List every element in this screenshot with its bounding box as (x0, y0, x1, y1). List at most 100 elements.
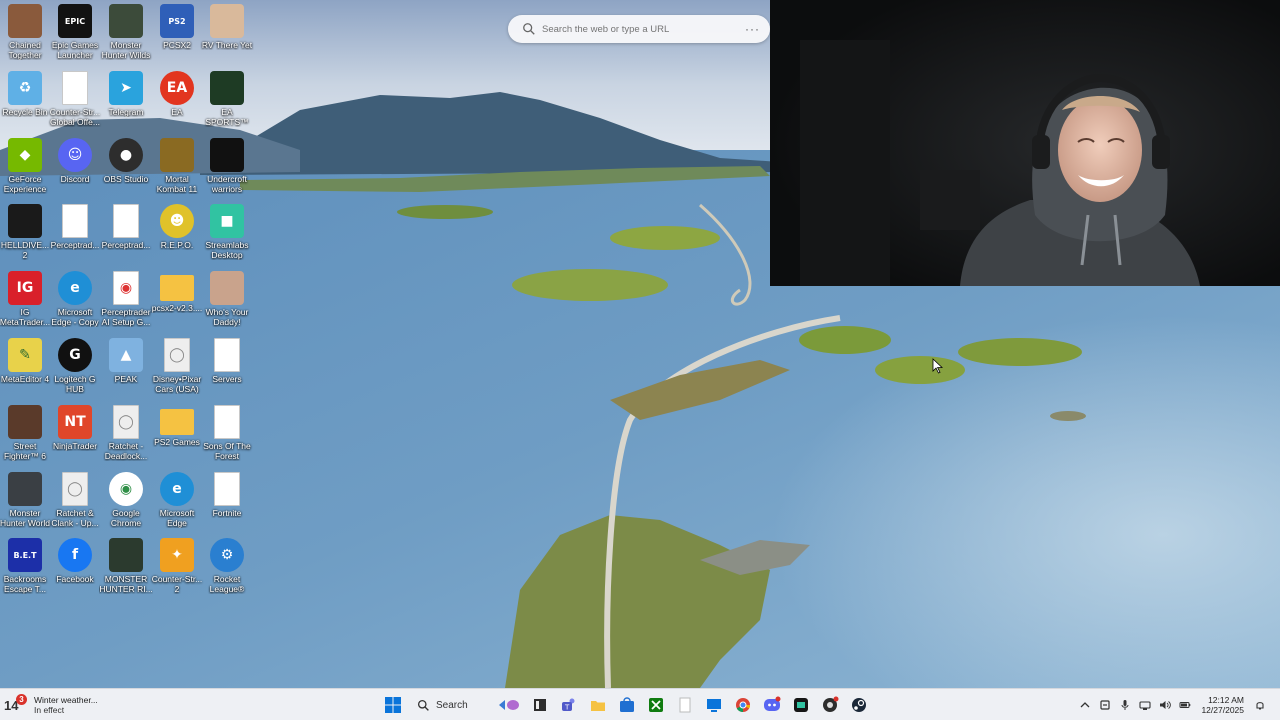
notification-icon[interactable] (1252, 697, 1268, 713)
streamlabs-icon: ■ (210, 204, 244, 239)
rocket-league-icon: ⚙ (210, 538, 244, 573)
madden-icon (210, 70, 244, 105)
taskbar-app-button[interactable] (729, 691, 757, 719)
desktop-shortcut-label: Street Fighter™ 6 (3, 440, 47, 461)
desktop-shortcut-label: PCSX2 (163, 40, 191, 50)
desktop-shortcut-label: Discord (60, 173, 90, 184)
taskbar-app-button[interactable] (584, 691, 612, 719)
taskbar-app-button[interactable] (845, 691, 873, 719)
desktop-shortcut[interactable]: PS2 Games (152, 405, 202, 471)
taskbar-app-button[interactable] (700, 691, 728, 719)
desktop-shortcut[interactable]: f Facebook (50, 538, 100, 604)
desktop-shortcut[interactable]: ☻ R.E.P.O. (152, 204, 202, 270)
taskbar-app-button[interactable] (787, 691, 815, 719)
ea-icon: EA (160, 70, 194, 105)
desktop-shortcut[interactable]: e Microsoft Edge - Copy (50, 271, 100, 337)
obs-icon: ● (109, 137, 143, 172)
taskbar-app-button[interactable] (642, 691, 670, 719)
geforce-icon: ◆ (8, 137, 42, 172)
desktop-shortcut-label: MONSTER HUNTER RI... (99, 574, 153, 595)
desktop-shortcut[interactable]: Who's Your Daddy! (202, 271, 252, 337)
desktop-shortcut[interactable]: Monster Hunter World (0, 471, 50, 538)
desktop-shortcut-label: NinjaTrader (52, 440, 98, 451)
desktop-shortcut[interactable]: Monster Hunter Wilds (101, 4, 151, 70)
desktop-shortcut[interactable]: EA EA (152, 70, 202, 137)
desktop-shortcut[interactable]: ⚙ Rocket League® (202, 538, 252, 604)
desktop-shortcut[interactable]: IG IG MetaTrader... (0, 271, 50, 337)
more-options-icon[interactable]: ··· (745, 22, 760, 36)
desktop-shortcut[interactable]: PS2 PCSX2 (152, 4, 202, 70)
document-icon (62, 70, 88, 105)
sync-icon[interactable] (1097, 697, 1113, 713)
desktop-shortcut[interactable]: RV There Yet (202, 4, 252, 70)
desktop-shortcut[interactable]: NT NinjaTrader (50, 404, 100, 471)
desktop-shortcut[interactable]: ♻ Recycle Bin (0, 70, 50, 137)
desktop-shortcut[interactable]: ◆ GeForce Experience (0, 137, 50, 204)
web-search-input[interactable] (542, 23, 745, 35)
microphone-icon[interactable] (1117, 697, 1133, 713)
mouse-cursor-icon (932, 358, 944, 374)
desktop-shortcut[interactable]: EA SPORTS™ Madden N... (202, 70, 252, 137)
desktop-shortcut[interactable]: Chained Together (0, 4, 50, 70)
desktop-shortcut[interactable]: Servers (202, 338, 252, 404)
clock[interactable]: 12:12 AM 12/27/2025 (1201, 695, 1244, 715)
document-icon (113, 204, 139, 239)
document-icon (62, 204, 88, 239)
web-search-box[interactable]: ··· (508, 15, 770, 43)
desktop-shortcut[interactable]: ● OBS Studio (101, 137, 151, 204)
desktop-shortcut-label: Who's Your Daddy! (205, 307, 249, 328)
counter-strike-2-icon: ✦ (160, 538, 194, 573)
file-explorer-icon (533, 699, 546, 711)
desktop-shortcut[interactable]: MONSTER HUNTER RI... (99, 538, 153, 604)
desktop-shortcut[interactable]: ➤ Telegram (101, 70, 151, 137)
desktop-shortcut[interactable]: Sons Of The Forest (202, 404, 252, 471)
desktop-shortcut-label: Telegram (108, 106, 144, 117)
speaker-icon[interactable] (1157, 697, 1173, 713)
desktop-shortcut[interactable]: HELLDIVE... 2 (0, 204, 50, 270)
desktop-shortcut-label: PEAK (114, 374, 138, 384)
network-icon[interactable] (1137, 697, 1153, 713)
desktop-shortcut[interactable]: ◉ Google Chrome (101, 471, 151, 538)
desktop-shortcut[interactable]: ✦ Counter-Str... 2 (152, 538, 202, 604)
desktop-shortcut[interactable]: ☺ Discord (50, 137, 100, 204)
battery-icon[interactable] (1177, 697, 1193, 713)
taskbar-app-button[interactable] (816, 691, 844, 719)
taskbar-app-button[interactable] (671, 691, 699, 719)
desktop-shortcut[interactable]: ◯ Ratchet - Deadlock... (101, 404, 151, 471)
desktop-shortcut[interactable]: ◯ Disney•Pixar Cars (USA) (152, 338, 202, 404)
desktop-shortcut[interactable]: G Logitech G HUB (50, 338, 100, 404)
taskbar-app-button[interactable] (613, 691, 641, 719)
start-button[interactable] (379, 691, 407, 719)
desktop-shortcut-label: Perceptrad... (50, 240, 100, 251)
taskbar-app-button[interactable]: T (555, 691, 583, 719)
desktop-shortcut[interactable]: B.E.T Backrooms Escape T... (0, 538, 50, 604)
taskbar-app-button[interactable] (526, 691, 554, 719)
helldivers-icon (8, 204, 42, 239)
desktop-shortcut[interactable]: Street Fighter™ 6 (0, 404, 50, 471)
desktop-shortcut[interactable]: Counter-Str... Global Offe... (50, 70, 100, 137)
street-fighter-icon (8, 404, 42, 439)
desktop-shortcut[interactable]: ▲ PEAK (101, 338, 151, 404)
taskbar-search-label: Search (436, 699, 468, 711)
desktop-shortcut[interactable]: ◉ Perceptrader AI Setup G... (101, 271, 151, 337)
taskbar-app-button[interactable] (758, 691, 786, 719)
repo-icon: ☻ (160, 204, 194, 239)
desktop-shortcut[interactable]: ■ Streamlabs Desktop (202, 204, 252, 270)
desktop-shortcut[interactable]: e Microsoft Edge (152, 471, 202, 538)
desktop-shortcut[interactable]: ✎ MetaEditor 4 (0, 338, 50, 404)
weather-widget[interactable]: 14 3 Winter weather... In effect (4, 691, 98, 719)
desktop-shortcut-label: IG MetaTrader... (0, 307, 51, 328)
desktop-shortcut[interactable]: Undercroft warriors (202, 137, 252, 204)
desktop-shortcut[interactable]: ◯ Ratchet & Clank - Up... (50, 471, 100, 538)
chevron-up-icon[interactable] (1077, 697, 1093, 713)
monster-hunter-world-icon (8, 471, 42, 506)
desktop-shortcut[interactable]: Perceptrad... (101, 204, 151, 270)
desktop-shortcut[interactable]: Fortnite (202, 471, 252, 538)
taskbar-search[interactable]: Search (411, 692, 521, 718)
desktop-shortcut[interactable]: Mortal Kombat 11 (152, 137, 202, 204)
desktop-shortcut[interactable]: Perceptrad... (50, 204, 100, 270)
desktop-shortcut[interactable]: EPIC Epic Games Launcher (50, 4, 100, 70)
desktop-shortcut-label: Ratchet - Deadlock... (104, 440, 148, 461)
desktop-shortcut[interactable]: pcsx2-v2.3.... (152, 271, 202, 337)
desktop-shortcut-label: OBS Studio (103, 173, 149, 184)
